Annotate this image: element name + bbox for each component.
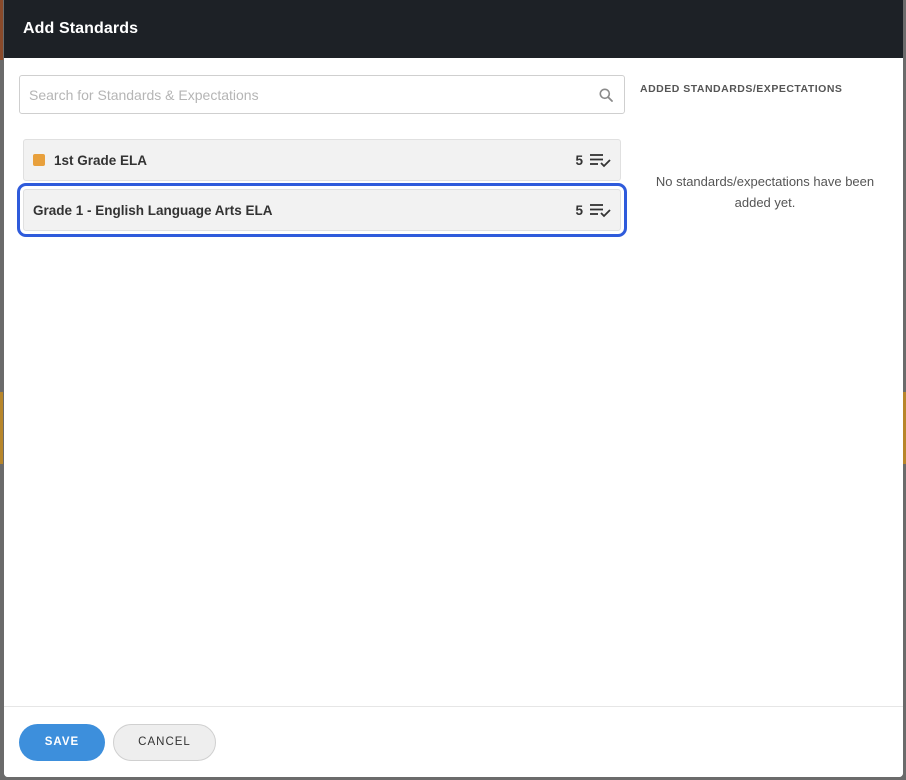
- modal-footer: SAVE CANCEL: [4, 706, 903, 777]
- list-item-count: 5: [575, 152, 583, 168]
- standards-list: 1st Grade ELA 5 Grade 1 - English Langua…: [17, 139, 627, 239]
- background-edge: [0, 392, 3, 464]
- search-input[interactable]: [20, 76, 588, 113]
- standards-list-item[interactable]: 1st Grade ELA 5: [23, 139, 621, 181]
- added-standards-panel: ADDED STANDARDS/EXPECTATIONS No standard…: [640, 83, 890, 213]
- search-icon[interactable]: [588, 76, 624, 113]
- empty-state-message: No standards/expectations have been adde…: [655, 174, 875, 210]
- modal-header: Add Standards: [4, 0, 903, 58]
- search-box[interactable]: [19, 75, 625, 114]
- background-edge: [0, 0, 3, 60]
- list-item-label: Grade 1 - English Language Arts ELA: [33, 202, 273, 218]
- standards-list-item[interactable]: Grade 1 - English Language Arts ELA 5: [17, 183, 627, 237]
- cancel-button[interactable]: CANCEL: [113, 723, 216, 761]
- add-standards-modal: Add Standards 1st Grade ELA 5: [4, 0, 903, 777]
- list-item-count: 5: [575, 202, 583, 218]
- list-item-label: 1st Grade ELA: [54, 152, 148, 168]
- color-swatch: [33, 154, 45, 166]
- modal-body: 1st Grade ELA 5 Grade 1 - English Langua…: [4, 58, 903, 706]
- added-standards-heading: ADDED STANDARDS/EXPECTATIONS: [640, 83, 843, 95]
- save-button[interactable]: SAVE: [19, 723, 105, 761]
- list-check-icon[interactable]: [589, 202, 611, 218]
- list-check-icon[interactable]: [589, 152, 611, 168]
- modal-title: Add Standards: [23, 20, 139, 37]
